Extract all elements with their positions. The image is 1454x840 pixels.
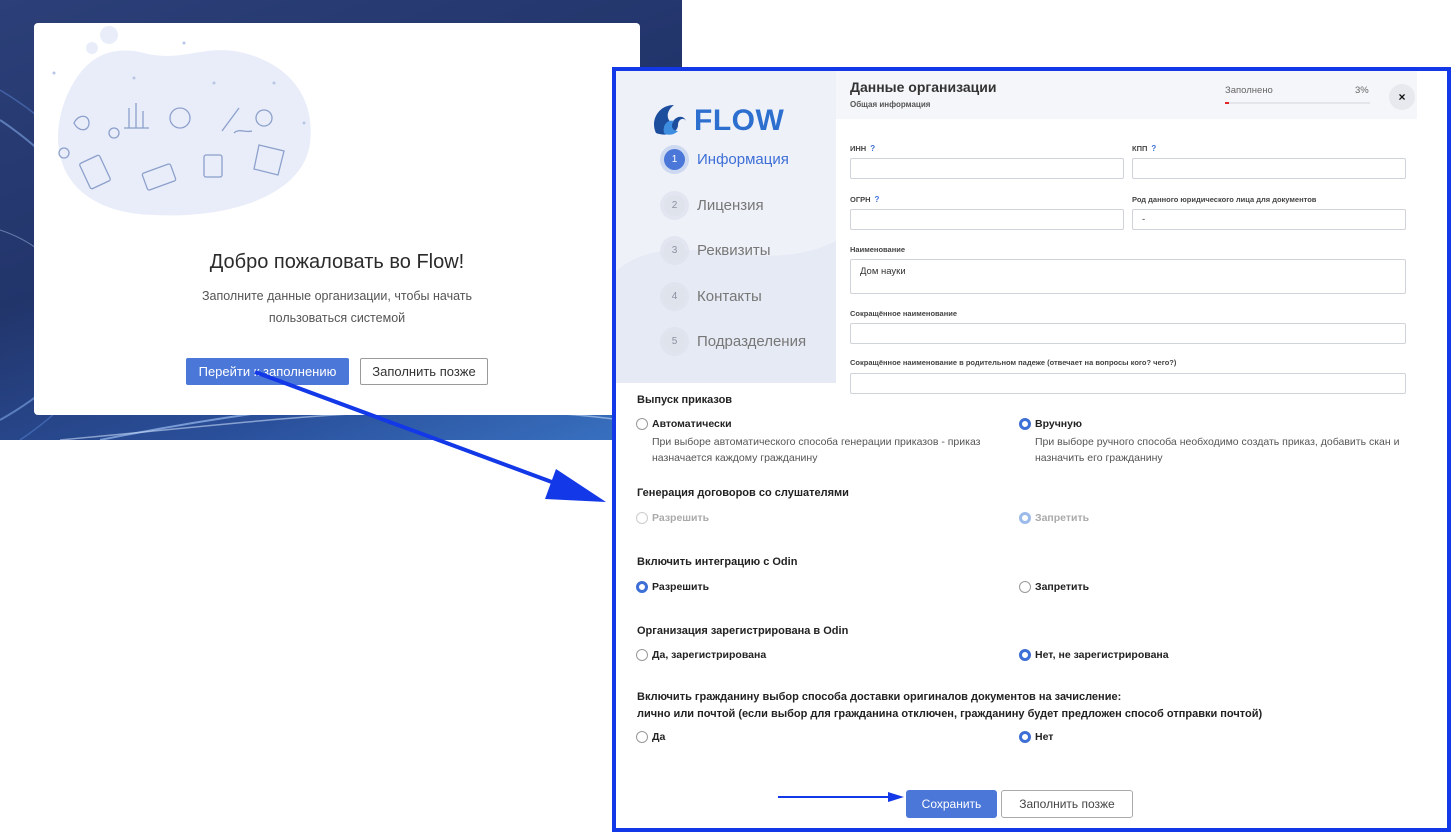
step-number: 4 — [664, 285, 685, 307]
ogrn-label: ОГРН? — [850, 195, 879, 204]
progress-fill — [1225, 102, 1230, 104]
contracts-allow-radio: Разрешить — [636, 512, 709, 524]
radio-circle — [636, 418, 648, 430]
short-name-gen-label: Сокращённое наименование в родительном п… — [850, 358, 1177, 367]
kpp-input[interactable] — [1132, 158, 1406, 179]
fill-later-button[interactable]: Заполнить позже — [360, 358, 488, 385]
ogrn-help-icon[interactable]: ? — [875, 195, 880, 204]
inn-input[interactable] — [850, 158, 1124, 179]
step-number: 1 — [664, 149, 685, 171]
delivery-no-radio[interactable]: Нет — [1019, 731, 1053, 743]
odin-integration-title: Включить интеграцию с Odin — [637, 556, 798, 568]
radio-label: Автоматически — [652, 418, 732, 430]
welcome-card: Добро пожаловать во Flow! Заполните данн… — [34, 23, 640, 415]
radio-label: Разрешить — [652, 512, 710, 524]
filled-percent: 3% — [1355, 85, 1369, 96]
radio-label: Разрешить — [652, 581, 710, 593]
odin-registered-yes-radio[interactable]: Да, зарегистрирована — [636, 649, 766, 661]
inn-help-icon[interactable]: ? — [870, 144, 875, 153]
radio-label: Запретить — [1035, 581, 1090, 593]
radio-label: Да, зарегистрирована — [652, 649, 767, 661]
step-number: 5 — [664, 331, 685, 353]
orders-manual-description: При выборе ручного способа необходимо со… — [1035, 436, 1400, 464]
gender-select[interactable]: - — [1132, 209, 1406, 230]
gender-label: Род данного юридического лица для докуме… — [1132, 195, 1317, 204]
progress-bar — [1225, 102, 1370, 104]
short-name-input[interactable] — [850, 323, 1406, 344]
radio-circle-selected — [1019, 731, 1031, 743]
modal-top-section: FLOW 1 Информация 2 Лицензия 3 Реквизиты… — [616, 71, 1447, 394]
form-header: Данные организации Общая информация Запо… — [836, 71, 1417, 119]
steps-list: 1 Информация 2 Лицензия 3 Реквизиты 4 Ко… — [664, 137, 806, 365]
odin-registered-title: Организация зарегистрирована в Odin — [637, 625, 849, 637]
fill-later-button[interactable]: Заполнить позже — [1001, 790, 1133, 818]
step-requisites[interactable]: 3 Реквизиты — [664, 228, 806, 274]
name-input[interactable]: Дом науки — [850, 259, 1406, 294]
save-button[interactable]: Сохранить — [906, 790, 997, 818]
flow-logo-icon — [654, 105, 686, 135]
welcome-subtitle: Заполните данные организации, чтобы нача… — [201, 289, 473, 325]
radio-circle — [1019, 581, 1031, 593]
form-title: Данные организации — [850, 79, 997, 95]
step-number: 2 — [664, 194, 685, 216]
radio-circle — [636, 649, 648, 661]
logo-text: FLOW — [694, 104, 785, 137]
delivery-title-line2: лично или почтой (если выбор для граждан… — [637, 708, 1263, 720]
radio-label: Вручную — [1035, 418, 1082, 430]
radio-circle-selected — [1019, 649, 1031, 661]
arrow-head-long — [545, 469, 606, 502]
welcome-title: Добро пожаловать во Flow! — [209, 251, 465, 273]
radio-circle — [636, 512, 648, 524]
ogrn-input[interactable] — [850, 209, 1124, 230]
radio-circle-selected — [636, 581, 648, 593]
step-label: Лицензия — [697, 196, 764, 214]
delivery-yes-radio[interactable]: Да — [636, 731, 665, 743]
odin-integration-allow-radio[interactable]: Разрешить — [636, 581, 709, 593]
radio-circle — [636, 731, 648, 743]
inn-label: ИНН? — [850, 144, 875, 153]
step-label: Подразделения — [697, 333, 807, 351]
kpp-label: КПП? — [1132, 144, 1156, 153]
orders-manual-radio[interactable]: Вручную — [1019, 418, 1082, 430]
inn-label-text: ИНН — [850, 144, 867, 153]
step-departments[interactable]: 5 Подразделения — [664, 319, 806, 365]
filled-label: Заполнено — [1225, 85, 1273, 96]
contracts-title: Генерация договоров со слушателями — [637, 487, 849, 499]
kpp-help-icon[interactable]: ? — [1151, 144, 1156, 153]
kpp-label-text: КПП — [1132, 144, 1148, 153]
step-label: Контакты — [697, 287, 762, 305]
orders-auto-description: При выборе автоматического способа генер… — [652, 436, 981, 464]
organization-modal: FLOW 1 Информация 2 Лицензия 3 Реквизиты… — [612, 67, 1451, 832]
flow-logo: FLOW — [650, 103, 784, 139]
step-label: Реквизиты — [697, 242, 771, 260]
radio-label: Нет, не зарегистрирована — [1035, 649, 1169, 661]
delivery-title-line1: Включить гражданину выбор способа достав… — [637, 691, 1122, 703]
short-name-label: Сокращённое наименование — [850, 309, 958, 318]
welcome-illustration — [52, 26, 311, 216]
radio-circle-selected — [1019, 512, 1031, 524]
orders-title: Выпуск приказов — [637, 394, 733, 406]
step-label: Информация — [697, 151, 789, 169]
step-contacts[interactable]: 4 Контакты — [664, 274, 806, 320]
step-information[interactable]: 1 Информация — [664, 137, 806, 183]
radio-circle-selected — [1019, 418, 1031, 430]
short-name-gen-input[interactable] — [850, 373, 1406, 394]
close-button[interactable]: × — [1389, 84, 1415, 110]
background-screenshot: Добро пожаловать во Flow! Заполните данн… — [0, 0, 682, 440]
form-subtitle: Общая информация — [850, 100, 931, 109]
step-number: 3 — [664, 240, 685, 262]
go-fill-button[interactable]: Перейти к заполнению — [186, 358, 349, 385]
contracts-deny-radio: Запретить — [1019, 512, 1089, 524]
odin-integration-deny-radio[interactable]: Запретить — [1019, 581, 1089, 593]
steps-sidebar: FLOW 1 Информация 2 Лицензия 3 Реквизиты… — [616, 71, 836, 383]
name-label: Наименование — [850, 245, 906, 254]
odin-registered-no-radio[interactable]: Нет, не зарегистрирована — [1019, 649, 1169, 661]
step-license[interactable]: 2 Лицензия — [664, 183, 806, 229]
ogrn-label-text: ОГРН — [850, 195, 871, 204]
radio-label: Нет — [1035, 731, 1054, 743]
radio-label: Запретить — [1035, 512, 1090, 524]
radio-label: Да — [652, 731, 666, 743]
orders-auto-radio[interactable]: Автоматически — [636, 418, 732, 430]
